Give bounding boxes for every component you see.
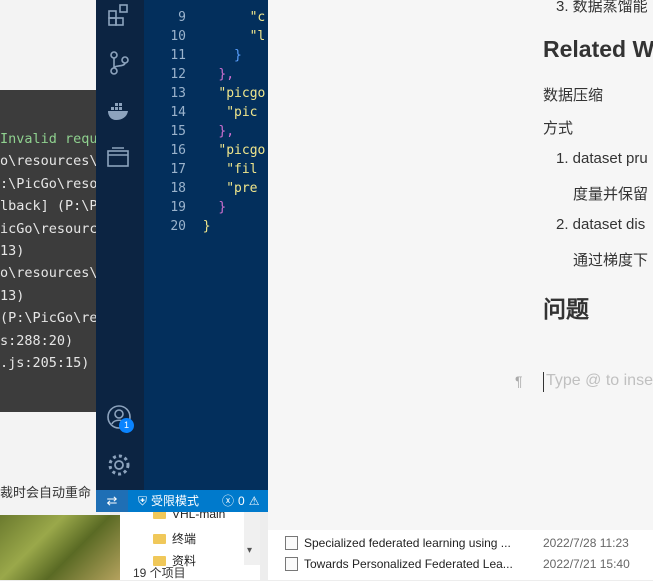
terminal-line: :\PicGo\reso: [0, 176, 96, 192]
file-name: Towards Personalized Federated Lea...: [304, 557, 513, 571]
notification-badge: 1: [119, 418, 134, 433]
warning-icon: ⚠: [248, 494, 260, 508]
items-count: 19 个项目: [133, 566, 186, 580]
text-caret: [543, 372, 544, 392]
line-number: 14: [170, 105, 186, 120]
paragraph: 方式: [543, 120, 574, 137]
chevron-down-icon[interactable]: ▾: [247, 545, 252, 556]
code-line: "pre: [226, 181, 258, 196]
code-line: "picgo: [218, 86, 266, 101]
restricted-mode-button[interactable]: ⛨ 受限模式: [138, 490, 199, 512]
list-item: 3. 数据蒸馏能: [556, 0, 648, 15]
problems-indicator[interactable]: ⓧ 0 ⚠: [222, 490, 259, 512]
heading-problem: 问题: [543, 296, 589, 322]
file-icon: [285, 536, 298, 550]
code-line: }: [218, 200, 227, 215]
restricted-mode-label: 受限模式: [151, 494, 200, 508]
terminal-line: s:288:20): [0, 333, 74, 349]
terminal-line: .js:205:15): [0, 355, 90, 371]
terminal-line: icGo\resource: [0, 221, 96, 237]
terminal-line: o\resources\: [0, 265, 96, 281]
docker-icon[interactable]: [106, 98, 132, 124]
code-line: "pic: [226, 105, 258, 120]
paragraph: 数据压缩: [543, 87, 604, 104]
scrollbar[interactable]: [244, 505, 260, 565]
code-line: },: [218, 67, 235, 82]
terminal-line: 13): [0, 288, 25, 304]
line-number: 9: [178, 10, 186, 25]
line-number: 20: [170, 219, 186, 234]
line-number: 15: [170, 124, 186, 139]
code-line: }: [202, 219, 211, 234]
code-line: "l: [249, 29, 266, 44]
list-item-continuation: 通过梯度下: [573, 252, 649, 269]
line-number: 17: [170, 162, 186, 177]
heading-related-work: Related W: [543, 36, 653, 62]
code-line: "fil: [226, 162, 258, 177]
line-number: 18: [170, 181, 186, 196]
file-name: Specialized federated learning using ...: [304, 536, 511, 550]
file-date: 2022/7/28 11:23: [543, 536, 629, 550]
editor-placeholder[interactable]: Type @ to inse: [546, 372, 653, 390]
line-number: 13: [170, 86, 186, 101]
extensions-icon[interactable]: [106, 2, 132, 28]
remote-explorer-icon[interactable]: [106, 145, 132, 171]
shield-icon: ⛨: [138, 494, 148, 508]
code-line: "picgo: [218, 143, 266, 158]
line-number: 10: [170, 29, 186, 44]
paragraph-mark-icon[interactable]: ¶: [515, 373, 523, 389]
line-number: 11: [170, 48, 186, 63]
source-control-icon[interactable]: [106, 50, 132, 76]
terminal-line: lback] (P:\P: [0, 198, 96, 214]
terminal-line: 13): [0, 243, 25, 259]
code-line: }: [234, 48, 242, 63]
line-number: 12: [170, 67, 186, 82]
folder-label: 终端: [172, 532, 197, 546]
code-line: },: [218, 124, 235, 139]
folder-icon: [153, 533, 166, 544]
remote-button[interactable]: ⇄: [96, 490, 128, 512]
code-line: "c: [249, 10, 266, 25]
terminal-line: o\resources\: [0, 153, 96, 169]
file-icon: [285, 557, 298, 571]
error-icon: ⓧ: [222, 494, 235, 508]
list-item: 1. dataset pru: [556, 150, 648, 167]
folder-item[interactable]: 终端: [153, 530, 196, 547]
list-item-continuation: 度量并保留: [573, 186, 649, 203]
terminal-line: Invalid requ: [0, 131, 96, 147]
file-row[interactable]: Towards Personalized Federated Lea...: [285, 557, 513, 571]
error-count: 0: [238, 494, 245, 508]
terminal-line: (P:\PicGo\re: [0, 310, 96, 326]
file-date: 2022/7/21 15:40: [543, 557, 630, 571]
line-number: 19: [170, 200, 186, 215]
gear-icon[interactable]: [106, 452, 132, 478]
file-row[interactable]: Specialized federated learning using ...: [285, 536, 511, 550]
list-item: 2. dataset dis: [556, 216, 646, 233]
line-number: 16: [170, 143, 186, 158]
image-thumbnail: [0, 515, 120, 580]
terminal-output: Invalid requ o\resources\ :\PicGo\reso l…: [0, 90, 96, 412]
background-text: 裁时会自动重命: [0, 485, 92, 500]
